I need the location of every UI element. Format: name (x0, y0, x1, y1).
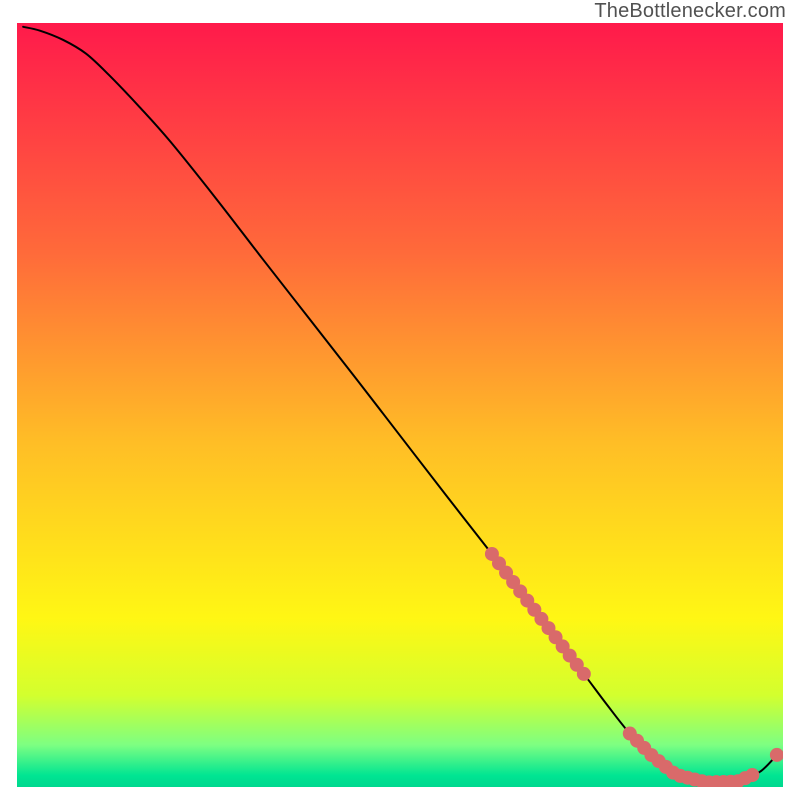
watermark-text: TheBottlenecker.com (594, 0, 786, 23)
chart-background (17, 23, 783, 787)
